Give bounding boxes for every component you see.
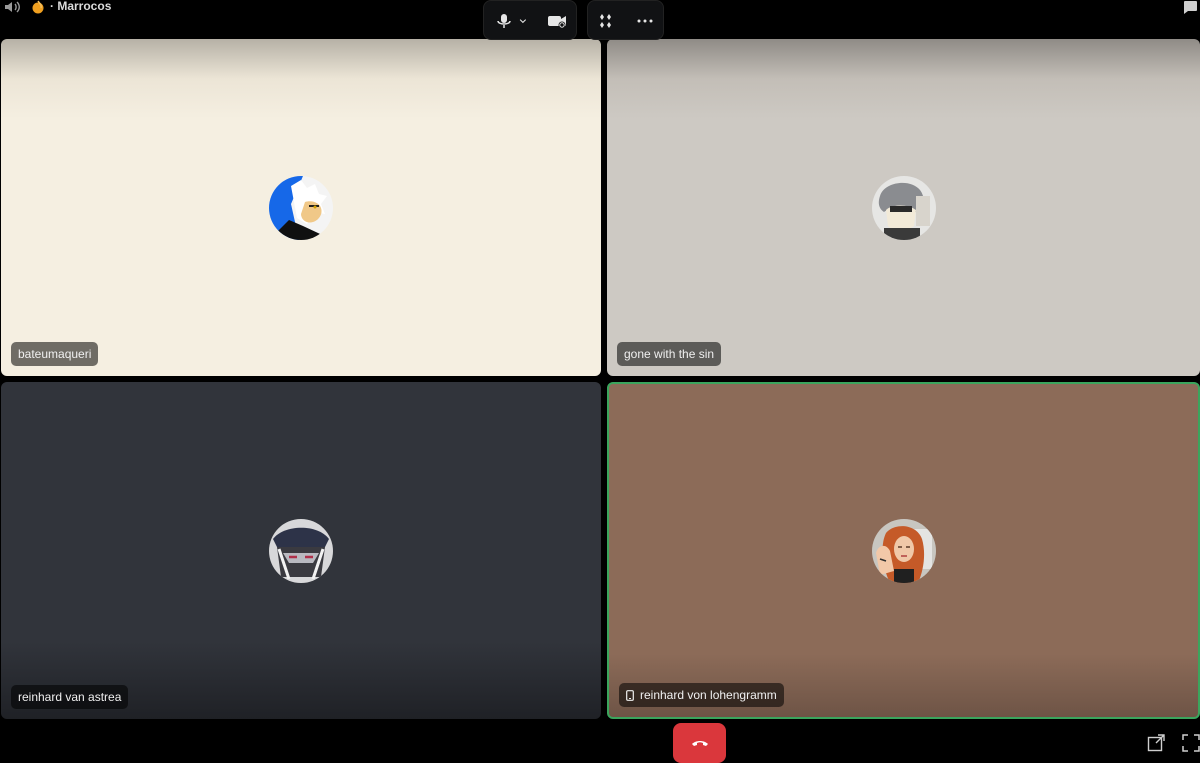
activity-controls [587, 0, 664, 40]
fullscreen-icon[interactable] [1182, 734, 1200, 752]
fire-emoji-icon [32, 0, 44, 14]
chevron-down-icon[interactable] [518, 13, 532, 29]
participant-name-label: bateumaqueri [11, 342, 99, 366]
hang-up-button[interactable] [673, 723, 726, 763]
participant-tile[interactable]: bateumaqueri [1, 39, 601, 376]
participant-name: reinhard van astrea [18, 690, 122, 704]
participant-name: gone with the sin [624, 347, 715, 361]
more-icon[interactable] [635, 13, 655, 29]
participant-name-label: gone with the sin [617, 342, 722, 366]
participant-name-label: reinhard von lohengramm [619, 683, 784, 707]
user-avatar [269, 175, 333, 240]
participant-name: reinhard von lohengramm [640, 688, 777, 702]
participant-name: bateumaqueri [18, 347, 92, 361]
participant-tile[interactable]: reinhard van astrea [1, 382, 601, 719]
chat-bubble-icon[interactable] [1182, 0, 1198, 14]
hang-up-icon [692, 741, 708, 746]
user-avatar [871, 518, 936, 583]
speaker-icon [5, 1, 20, 13]
channel-name[interactable]: Marrocos [57, 0, 111, 13]
user-avatar [269, 518, 333, 583]
user-avatar [871, 175, 936, 240]
popout-icon[interactable] [1147, 734, 1165, 752]
activities-icon[interactable] [597, 13, 617, 29]
participant-name-label: reinhard van astrea [11, 685, 129, 709]
camera-icon[interactable] [547, 13, 567, 29]
audio-video-controls [483, 0, 577, 40]
participant-tile-speaking[interactable]: reinhard von lohengramm [607, 382, 1200, 719]
title-separator: · [50, 0, 54, 13]
participant-tile[interactable]: gone with the sin [607, 39, 1200, 376]
microphone-icon[interactable] [494, 13, 514, 29]
channel-title: · Marrocos [50, 0, 111, 13]
mobile-phone-icon [626, 689, 634, 701]
